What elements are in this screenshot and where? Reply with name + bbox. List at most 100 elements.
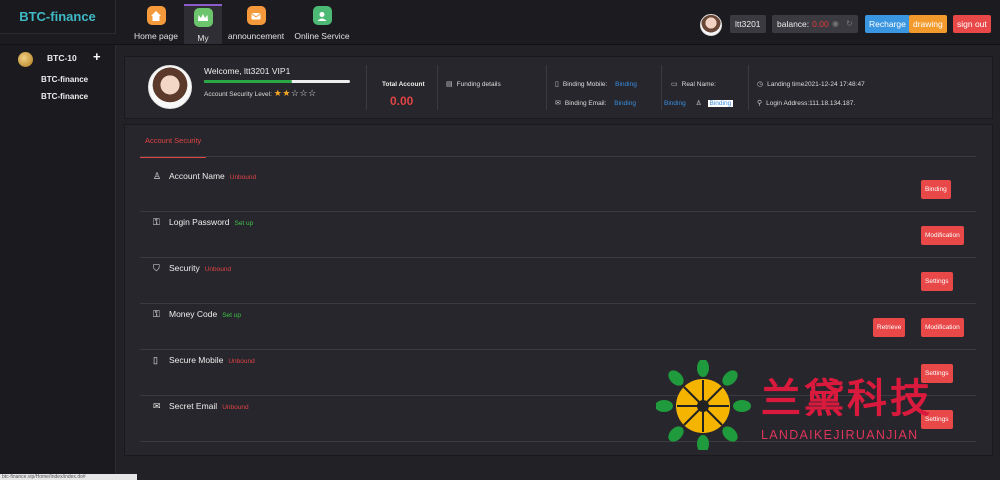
id-card-icon: ▭ — [671, 81, 678, 88]
nav-online-service-label: Online Service — [294, 31, 350, 41]
star-icon: ☆ — [299, 88, 309, 98]
modification-button[interactable]: Modification — [921, 226, 964, 245]
total-account-label: Total Account — [382, 81, 425, 88]
phone-icon: ▯ — [555, 81, 559, 88]
watermark-logo-icon — [655, 359, 751, 453]
binding-mobile: ▯ Binding Mobile: Binding — [555, 81, 637, 88]
row-title: Login Password — [169, 217, 230, 227]
divider — [366, 65, 367, 110]
modification-button[interactable]: Modification — [921, 318, 964, 337]
row-title: Secure Mobile — [169, 355, 224, 365]
plus-icon[interactable]: + — [93, 49, 101, 64]
brand-logo[interactable]: BTC-finance — [0, 0, 116, 34]
divider — [140, 156, 976, 157]
envelope-icon: ✉ — [153, 401, 161, 411]
nav-home[interactable]: Home page — [126, 6, 186, 44]
security-progress-bar — [204, 80, 350, 83]
tab-account-security[interactable]: Account Security — [140, 125, 207, 158]
top-bar: BTC-finance Home page My announcement On… — [0, 0, 1000, 45]
eye-icon[interactable]: ◉ — [832, 15, 839, 33]
support-icon — [312, 6, 332, 25]
balance-value: 0.00 — [812, 19, 829, 29]
nav-announcement-label: announcement — [227, 31, 285, 41]
welcome-text: Welcome, ltt3201 VIP1 — [204, 66, 291, 76]
binding-link[interactable]: Binding — [664, 100, 686, 107]
profile-card: Welcome, ltt3201 VIP1 Account Security L… — [124, 56, 993, 119]
recharge-button[interactable]: Recharge — [865, 15, 910, 33]
nav-announcement[interactable]: announcement — [226, 6, 286, 44]
divider — [661, 65, 662, 110]
landing-time: ◷ Landing time2021-12-24 17:48:47 — [757, 81, 865, 88]
row-title: Money Code — [169, 309, 218, 319]
row-title: Account Name — [169, 171, 225, 181]
sidebar-item-btc-finance-1[interactable]: BTC-finance — [41, 75, 88, 84]
binding-mobile-link[interactable]: Binding — [615, 81, 637, 88]
sidebar: BTC-10 + BTC-finance BTC-finance — [0, 45, 116, 480]
row-title: Security — [169, 263, 200, 273]
browser-status-bar: btc-finance.vip/Home/Index/index.do# — [0, 474, 137, 480]
watermark-english-text: LANDAIKEJIRUANJIAN — [761, 428, 919, 442]
sign-out-button[interactable]: sign out — [953, 15, 991, 33]
home-icon — [146, 6, 166, 25]
real-name: ▭ Real Name: — [671, 81, 716, 88]
lock-icon: ⚿ — [153, 309, 160, 319]
row-title: Secret Email — [169, 401, 218, 411]
qq-icon: ♙ — [695, 100, 702, 107]
envelope-icon: ✉ — [555, 100, 561, 107]
security-row-security: ⛉ Security Unbound Settings — [140, 257, 976, 304]
binding-email: ✉ Binding Email: Binding — [555, 100, 636, 107]
bitcoin-icon — [18, 52, 33, 67]
mobile-icon: ▯ — [153, 355, 158, 365]
status-badge: Set up — [222, 312, 241, 319]
security-level-label: Account Security Level: — [204, 91, 272, 98]
mail-icon — [246, 6, 266, 25]
sidebar-item-btc-finance-2[interactable]: BTC-finance — [41, 92, 88, 101]
total-account-value: 0.00 — [390, 94, 414, 108]
location-icon: ⚲ — [757, 100, 763, 107]
binding-button[interactable]: Binding — [921, 180, 951, 199]
user-icon: ♙ — [153, 171, 162, 181]
status-badge: Unbound — [228, 358, 255, 365]
balance-label: balance: — [777, 19, 810, 29]
status-badge: Set up — [234, 220, 254, 227]
funding-details-link[interactable]: ▤ Funding details — [446, 80, 501, 88]
star-rating: ★★☆☆☆ — [274, 88, 317, 98]
security-row-account-name: ♙ Account Name Unbound Binding — [140, 165, 976, 212]
security-row-money-code: ⚿ Money Code Set up Retrieve Modification — [140, 303, 976, 350]
balance-display: balance: 0.00 ◉ ↻ — [772, 15, 858, 33]
lock-icon: ⚿ — [153, 217, 160, 227]
divider — [546, 65, 547, 110]
status-badge: Unbound — [229, 174, 257, 181]
sidebar-title[interactable]: BTC-10 — [47, 53, 77, 63]
watermark-chinese-text: 兰黛科技 — [761, 377, 933, 421]
document-icon: ▤ — [446, 81, 453, 88]
avatar[interactable] — [700, 14, 722, 36]
star-icon: ☆ — [308, 88, 317, 98]
shield-icon: ⛉ — [153, 263, 160, 273]
retrieve-button[interactable]: Retrieve — [873, 318, 906, 337]
nav-home-label: Home page — [134, 31, 178, 41]
username-chip[interactable]: ltt3201 — [730, 15, 766, 33]
clock-icon: ◷ — [757, 81, 764, 88]
divider — [748, 65, 749, 110]
nav-my-label: My — [197, 33, 209, 43]
binding-box-button[interactable]: Binding — [707, 100, 734, 107]
divider — [437, 65, 438, 110]
watermark: 兰黛科技 LANDAIKEJIRUANJIAN — [655, 359, 976, 453]
security-row-login-password: ⚿ Login Password Set up Modification — [140, 211, 976, 258]
status-badge: Unbound — [222, 404, 249, 411]
security-level: Account Security Level: ★★☆☆☆ — [204, 88, 317, 99]
binding-qq: Binding ♙ Binding — [664, 99, 734, 107]
crown-icon — [193, 8, 213, 27]
drawing-button[interactable]: drawing — [909, 15, 947, 33]
binding-email-link[interactable]: Binding — [614, 100, 636, 107]
nav-my[interactable]: My — [184, 4, 222, 44]
security-progress-fill — [204, 80, 292, 83]
star-icon: ★ — [282, 88, 291, 98]
status-badge: Unbound — [204, 266, 232, 273]
refresh-icon[interactable]: ↻ — [846, 15, 853, 33]
settings-button[interactable]: Settings — [921, 272, 953, 291]
login-address: ⚲ Login Address:111.18.134.187. — [757, 100, 856, 107]
nav-online-service[interactable]: Online Service — [292, 6, 352, 44]
profile-avatar — [148, 65, 192, 109]
